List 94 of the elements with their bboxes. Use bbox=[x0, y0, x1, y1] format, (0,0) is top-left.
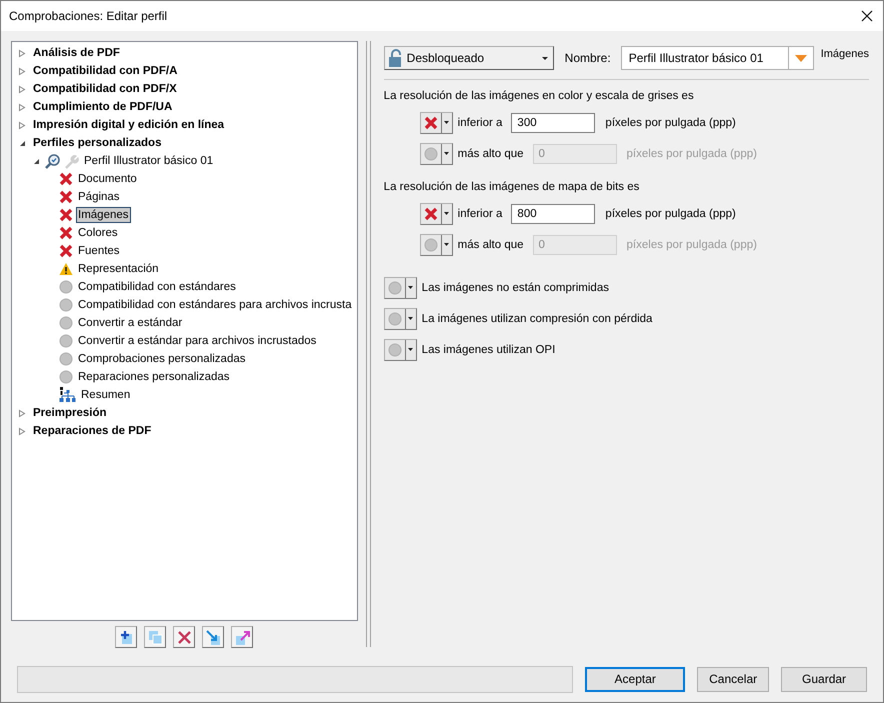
caret-icon bbox=[444, 212, 450, 215]
padlock-icon bbox=[388, 49, 404, 67]
caret-icon bbox=[542, 56, 548, 60]
circle-icon bbox=[59, 316, 73, 330]
wrench-icon bbox=[63, 154, 79, 168]
caret-icon bbox=[408, 317, 414, 320]
tree-item[interactable]: Colores bbox=[76, 225, 120, 241]
circle-icon bbox=[59, 352, 73, 366]
rule-label: más alto que bbox=[458, 238, 524, 250]
circle-icon bbox=[388, 280, 402, 294]
tree-item[interactable]: Imágenes bbox=[76, 207, 131, 223]
tree-item[interactable]: Páginas bbox=[76, 189, 122, 205]
error-x-icon bbox=[59, 208, 73, 222]
expand-arrow-icon[interactable] bbox=[18, 102, 26, 112]
rule-label: inferior a bbox=[458, 116, 502, 128]
rule-label: inferior a bbox=[458, 208, 502, 220]
name-combo-field[interactable]: Perfil Illustrator básico 01 bbox=[620, 46, 814, 70]
tree-item[interactable]: Perfiles personalizados bbox=[31, 135, 164, 151]
expand-arrow-icon[interactable] bbox=[18, 84, 26, 94]
tree-item[interactable]: Representación bbox=[76, 261, 161, 277]
caret-icon bbox=[444, 243, 450, 246]
dialog-button[interactable]: Guardar bbox=[781, 666, 867, 692]
error-x-icon bbox=[59, 226, 73, 240]
expand-arrow-icon[interactable] bbox=[18, 120, 26, 130]
circle-icon bbox=[59, 298, 73, 312]
tree-item[interactable]: Fuentes bbox=[76, 243, 122, 259]
value-field[interactable]: 800 bbox=[511, 204, 596, 224]
check-label: Las imágenes utilizan OPI bbox=[422, 344, 556, 356]
tree-item[interactable]: Convertir a estándar para archivos incrustados bbox=[76, 333, 318, 349]
circle-icon bbox=[424, 146, 438, 160]
caret-icon[interactable] bbox=[794, 54, 807, 62]
unit-label: píxeles por pulgada (ppp) bbox=[605, 208, 736, 220]
collapse-arrow-icon[interactable] bbox=[32, 156, 40, 166]
tree-item[interactable]: Impresión digital y edición en línea bbox=[31, 117, 226, 133]
error-x-icon bbox=[59, 172, 73, 186]
tree-item[interactable]: Compatibilidad con estándares para archivos incrusta bbox=[76, 297, 354, 313]
dialog-button[interactable]: Cancelar bbox=[697, 666, 770, 692]
group-heading: La resolución de las imágenes de mapa de bits es bbox=[384, 181, 640, 195]
error-x-icon bbox=[59, 244, 73, 258]
status-dropdown[interactable] bbox=[384, 308, 417, 330]
caret-icon bbox=[444, 121, 450, 124]
tree-item[interactable]: Análisis de PDF bbox=[31, 45, 122, 61]
circle-icon bbox=[424, 238, 438, 252]
unit-label: píxeles por pulgada (ppp) bbox=[626, 238, 757, 250]
caret-icon bbox=[408, 348, 414, 351]
tree-item[interactable]: Compatibilidad con PDF/A bbox=[31, 63, 180, 79]
tree-item[interactable]: Reparaciones de PDF bbox=[31, 423, 154, 439]
circle-icon bbox=[59, 370, 73, 384]
status-dropdown[interactable] bbox=[420, 142, 453, 164]
status-dropdown[interactable] bbox=[420, 234, 453, 256]
tree-item[interactable]: Reparaciones personalizadas bbox=[76, 369, 232, 385]
close-icon[interactable] bbox=[861, 10, 873, 22]
check-label: Las imágenes no están comprimidas bbox=[422, 282, 609, 294]
expand-arrow-icon[interactable] bbox=[18, 408, 26, 418]
value-field[interactable]: 300 bbox=[511, 112, 596, 132]
tree-item[interactable]: Comprobaciones personalizadas bbox=[76, 351, 248, 367]
tree-item[interactable]: Resumen bbox=[79, 387, 132, 403]
collapse-arrow-icon[interactable] bbox=[18, 138, 26, 148]
tree-item[interactable]: Cumplimiento de PDF/UA bbox=[31, 99, 174, 115]
rule-label: más alto que bbox=[458, 148, 524, 160]
circle-icon bbox=[59, 334, 73, 348]
status-dropdown[interactable] bbox=[384, 276, 417, 298]
hierarchy-icon bbox=[59, 387, 76, 403]
tree-item[interactable]: Compatibilidad con PDF/X bbox=[31, 81, 179, 97]
lock-dropdown[interactable]: Desbloqueado bbox=[384, 46, 554, 70]
expand-arrow-icon[interactable] bbox=[18, 426, 26, 436]
section-title: Imágenes bbox=[820, 48, 869, 60]
circle-icon bbox=[388, 312, 402, 326]
status-dropdown[interactable] bbox=[420, 202, 453, 224]
group-heading: La resolución de las imágenes en color y escala de grises es bbox=[384, 90, 695, 104]
tree-item[interactable]: Documento bbox=[76, 171, 139, 187]
dialog-button[interactable]: Aceptar bbox=[585, 666, 686, 692]
error-x-icon bbox=[424, 116, 438, 130]
status-dropdown[interactable] bbox=[420, 112, 453, 134]
expand-arrow-icon[interactable] bbox=[18, 66, 26, 76]
expand-arrow-icon[interactable] bbox=[18, 48, 26, 58]
window-title: Comprobaciones: Editar perfil bbox=[9, 9, 168, 23]
tree-item[interactable]: Convertir a estándar bbox=[76, 315, 184, 331]
circle-icon bbox=[59, 280, 73, 294]
unit-label: píxeles por pulgada (ppp) bbox=[626, 148, 757, 160]
tree-item[interactable]: Perfil Illustrator básico 01 bbox=[82, 153, 216, 169]
error-x-icon bbox=[59, 190, 73, 204]
caret-icon bbox=[408, 286, 414, 289]
magnifier-icon bbox=[45, 154, 60, 168]
tree-item[interactable]: Compatibilidad con estándares bbox=[76, 279, 238, 295]
caret-icon bbox=[444, 152, 450, 155]
status-dropdown[interactable] bbox=[384, 338, 417, 360]
tree-item[interactable]: Preimpresión bbox=[31, 405, 108, 421]
name-label: Nombre: bbox=[564, 51, 611, 65]
check-label: La imágenes utilizan compresión con pérdida bbox=[422, 312, 652, 324]
circle-icon bbox=[388, 342, 402, 356]
unit-label: píxeles por pulgada (ppp) bbox=[605, 116, 736, 128]
warning-icon bbox=[59, 262, 73, 276]
error-x-icon bbox=[424, 206, 438, 220]
